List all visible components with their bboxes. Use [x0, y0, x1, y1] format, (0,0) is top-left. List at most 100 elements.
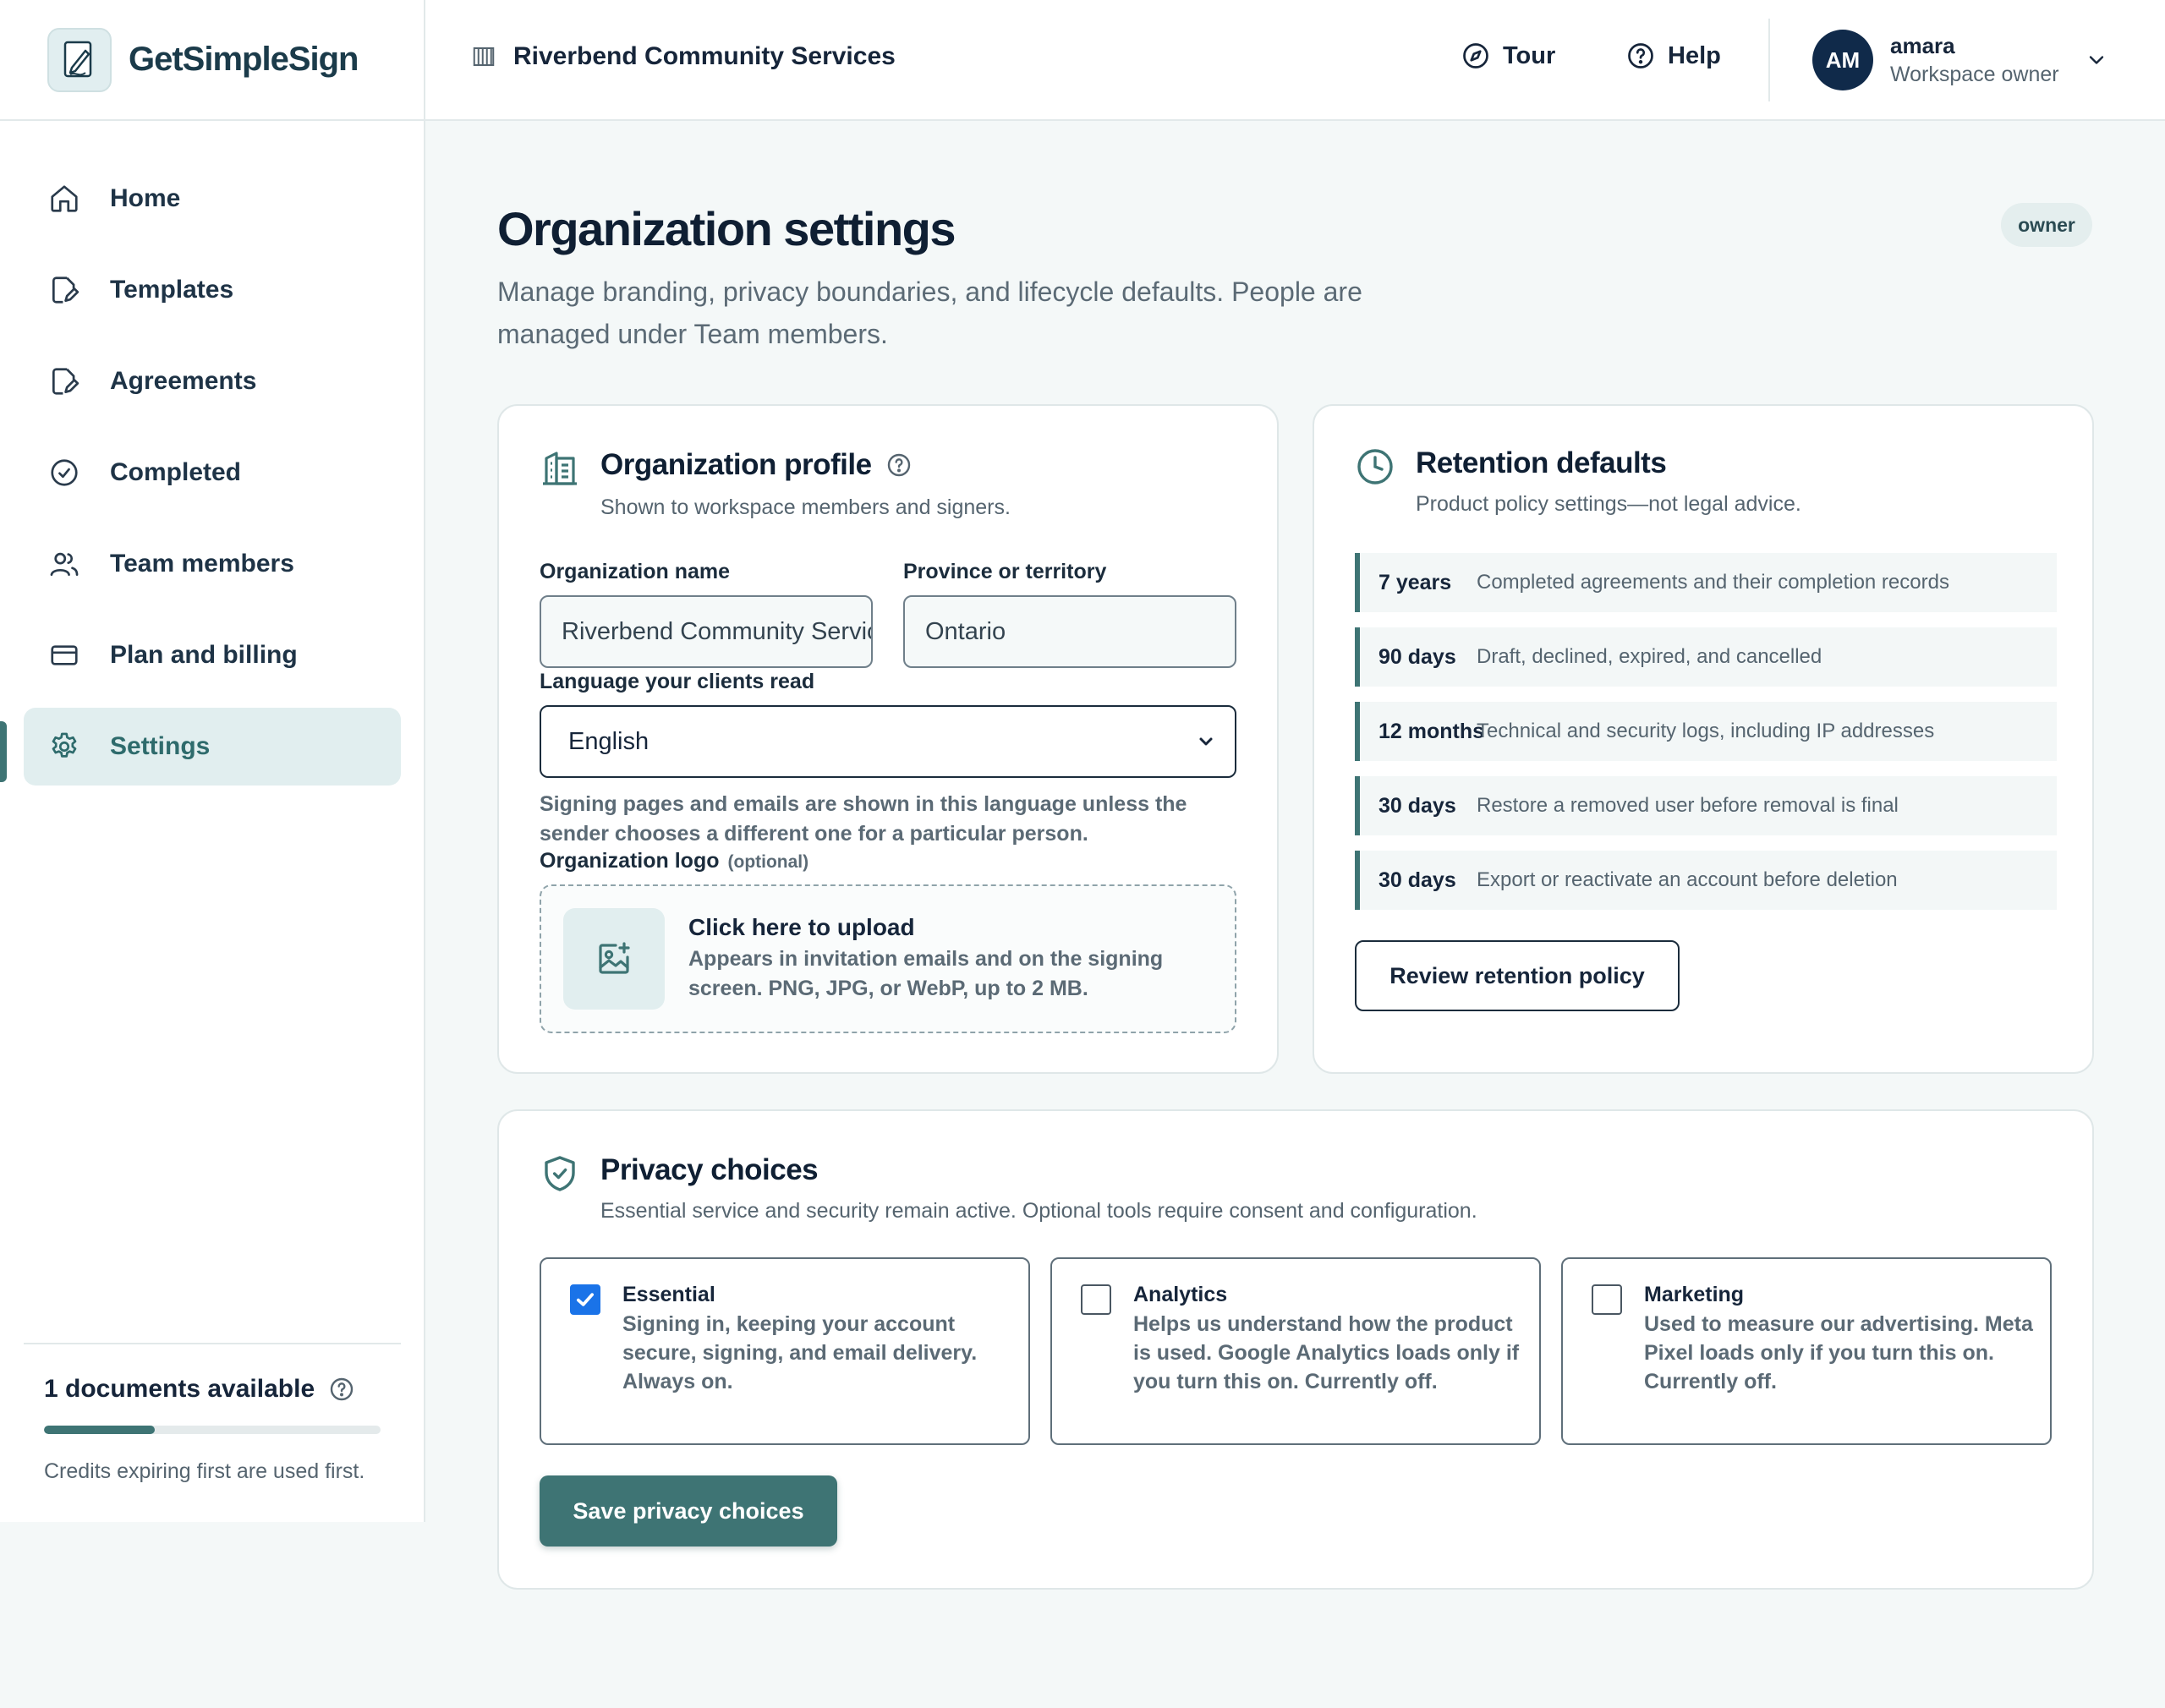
choice-description: Signing in, keeping your account secure,… [622, 1312, 978, 1393]
org-name-input[interactable]: Riverbend Community Services [540, 595, 873, 668]
clock-icon [1355, 446, 1395, 487]
retention-description: Draft, declined, expired, and cancelled [1477, 645, 1822, 668]
help-label: Help [1668, 41, 1721, 69]
sidebar-nav: Home Templates Agreements Completed Team… [24, 160, 401, 799]
header-divider [1768, 19, 1770, 101]
retention-duration: 30 days [1378, 793, 1456, 818]
active-indicator [0, 721, 7, 782]
retention-row: 12 months Technical and security logs, in… [1355, 702, 2057, 761]
retention-description: Restore a removed user before removal is… [1477, 794, 1899, 817]
sidebar-item-label: Templates [110, 276, 234, 304]
checkbox[interactable] [1592, 1284, 1622, 1315]
card-subtitle: Product policy settings—not legal advice… [1416, 492, 1801, 516]
privacy-choice-marketing[interactable]: Marketing Used to measure our advertisin… [1561, 1257, 2052, 1445]
chevron-down-icon [1196, 731, 1216, 752]
card-subtitle: Shown to workspace members and signers. [600, 495, 1011, 519]
privacy-choice-essential[interactable]: Essential Signing in, keeping your accou… [540, 1257, 1030, 1445]
credit-card-icon [47, 638, 81, 672]
logo-upload-dropzone[interactable]: Click here to upload Appears in invitati… [540, 884, 1236, 1033]
choice-name: Marketing [1644, 1283, 1745, 1306]
language-label: Language your clients read [540, 670, 815, 693]
province-input[interactable]: Ontario [903, 595, 1236, 668]
compass-icon [1461, 41, 1503, 71]
org-name-label: Organization name [540, 560, 731, 583]
role-badge: owner [2001, 203, 2092, 247]
user-role: Workspace owner [1890, 63, 2059, 86]
gear-icon [47, 730, 81, 764]
users-icon [47, 547, 81, 581]
avatar: AM [1812, 30, 1873, 90]
sidebar-item-templates[interactable]: Templates [24, 251, 401, 329]
upload-description: Appears in invitation emails and on the … [688, 947, 1164, 1000]
sidebar-item-home[interactable]: Home [24, 160, 401, 238]
credits-note: Credits expiring first are used first. [44, 1459, 365, 1483]
building-icon [540, 448, 580, 489]
sidebar: GetSimpleSign Home Templates Agreements … [0, 0, 425, 1522]
retention-row: 7 years Completed agreements and their co… [1355, 553, 2057, 612]
sidebar-item-label: Home [110, 184, 181, 212]
retention-description: Completed agreements and their completio… [1477, 571, 1949, 594]
language-help-text: Signing pages and emails are shown in th… [540, 792, 1187, 846]
checkbox-checked[interactable] [570, 1284, 600, 1315]
credits-progress-fill [44, 1426, 156, 1434]
sidebar-item-plan-billing[interactable]: Plan and billing [24, 616, 401, 694]
sidebar-item-label: Completed [110, 458, 242, 486]
language-selected-value: English [568, 727, 650, 755]
credits-title: 1 documents available [44, 1375, 315, 1403]
card-title: Retention defaults [1416, 446, 1667, 479]
sidebar-item-label: Agreements [110, 367, 257, 395]
language-select[interactable]: English [540, 705, 1236, 778]
home-icon [47, 182, 81, 216]
brand[interactable]: GetSimpleSign [0, 0, 425, 121]
retention-row: 30 days Restore a removed user before rem… [1355, 776, 2057, 835]
help-circle-icon[interactable] [328, 1376, 355, 1403]
help-button[interactable]: Help [1625, 41, 1721, 71]
sidebar-item-agreements[interactable]: Agreements [24, 342, 401, 420]
help-circle-icon[interactable] [885, 452, 913, 479]
card-subtitle: Essential service and security remain ac… [600, 1199, 1477, 1223]
brand-name: GetSimpleSign [129, 41, 359, 78]
retention-duration: 30 days [1378, 868, 1456, 892]
top-header: Riverbend Community Services Tour Help A… [425, 0, 2165, 121]
page-title: Organization settings [497, 202, 956, 255]
checkbox[interactable] [1081, 1284, 1111, 1315]
retention-defaults-card: Retention defaults Product policy settin… [1313, 404, 2094, 1074]
building-icon [471, 44, 496, 69]
document-edit-icon [47, 364, 81, 398]
help-circle-icon [1625, 41, 1668, 71]
sidebar-item-label: Team members [110, 550, 294, 578]
retention-duration: 7 years [1378, 570, 1452, 594]
privacy-choice-analytics[interactable]: Analytics Helps us understand how the pr… [1050, 1257, 1541, 1445]
choice-name: Analytics [1133, 1283, 1228, 1306]
image-add-icon [563, 908, 665, 1010]
sidebar-item-completed[interactable]: Completed [24, 434, 401, 512]
retention-duration: 12 months [1378, 719, 1485, 743]
logo-icon [47, 27, 112, 92]
organization-profile-card: Organization profile Shown to workspace … [497, 404, 1279, 1074]
choice-description: Used to measure our advertising. Meta Pi… [1644, 1312, 2033, 1393]
document-edit-icon [47, 273, 81, 307]
retention-description: Export or reactivate an account before d… [1477, 868, 1898, 891]
credits-panel: 1 documents available Credits expiring f… [24, 1343, 401, 1484]
choice-description: Helps us understand how the product is u… [1133, 1312, 1520, 1393]
shield-check-icon [540, 1153, 580, 1194]
credits-progress [44, 1426, 381, 1434]
retention-duration: 90 days [1378, 644, 1456, 669]
review-retention-policy-button[interactable]: Review retention policy [1355, 940, 1680, 1011]
retention-row: 90 days Draft, declined, expired, and can… [1355, 627, 2057, 687]
organization-name[interactable]: Riverbend Community Services [471, 42, 896, 71]
retention-description: Technical and security logs, including I… [1477, 720, 1935, 742]
card-title: Privacy choices [600, 1153, 819, 1186]
upload-title: Click here to upload [688, 914, 915, 940]
sidebar-item-label: Plan and billing [110, 641, 298, 669]
sidebar-item-settings[interactable]: Settings [24, 708, 401, 786]
user-menu[interactable]: AM amara Workspace owner [1812, 30, 2108, 90]
card-title: Organization profile [600, 448, 872, 481]
chevron-down-icon [2085, 48, 2108, 72]
save-privacy-choices-button[interactable]: Save privacy choices [540, 1475, 837, 1547]
user-name: amara [1890, 33, 1955, 58]
page-subtitle: Manage branding, privacy boundaries, and… [497, 276, 1362, 349]
sidebar-item-team-members[interactable]: Team members [24, 525, 401, 603]
retention-row: 30 days Export or reactivate an account b… [1355, 851, 2057, 910]
tour-button[interactable]: Tour [1461, 41, 1555, 71]
